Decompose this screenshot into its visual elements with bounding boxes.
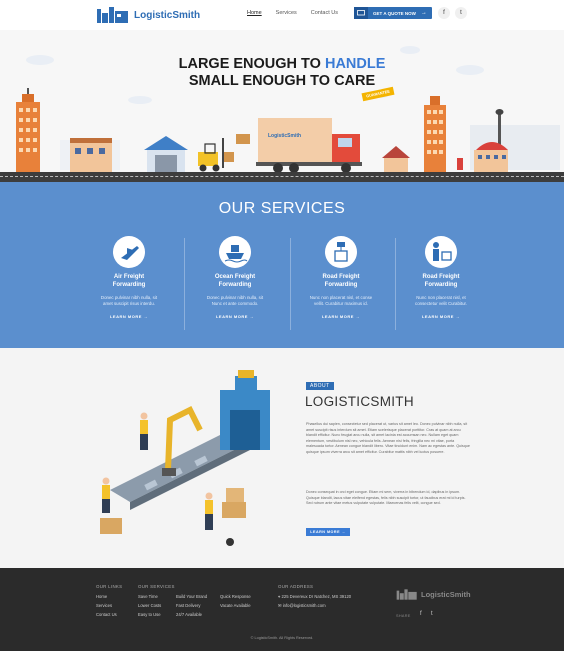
service-learn-more-link[interactable]: LEARN MORE → (289, 314, 393, 319)
footer-service-item[interactable]: Save Time (138, 594, 158, 599)
logo-mark-icon (97, 7, 128, 23)
about-section: ABOUT LOGISTICSMITH Phasellus dui sapien… (0, 348, 564, 568)
footer-service-item[interactable]: Easy to Use (138, 612, 161, 617)
services-title: OUR SERVICES (218, 200, 346, 217)
footer-address: ⌖ 225 Devereux Dr Natchez, MS 39120 (278, 594, 351, 599)
learn-more-label: LEARN MORE (321, 314, 354, 319)
get-quote-button[interactable]: GET A QUOTE NOW → (354, 7, 432, 19)
service-card-ocean: Ocean Freight Forwarding Donec pulvinar … (183, 230, 287, 319)
service-card-air: Air Freight Forwarding Donec pulvinar ni… (77, 230, 181, 319)
service-card-road: Road Freight Forwarding Nunc non placera… (289, 230, 393, 319)
footer-logo-mark-icon (396, 589, 417, 600)
about-paragraph-2: Donec consequat in orci eget congue. Eti… (306, 490, 466, 506)
service-title-line1: Road Freight (322, 274, 360, 280)
airplane-icon (113, 236, 145, 268)
footer-service-item[interactable]: 24/7 Available (176, 612, 202, 617)
twitter-icon[interactable]: t (431, 611, 433, 617)
service-learn-more-link[interactable]: LEARN MORE → (389, 314, 493, 319)
address-text: 225 Devereux Dr Natchez, MS 39120 (281, 594, 352, 599)
share-label: SHARE (396, 614, 411, 618)
footer-service-item[interactable]: Vacate Available (220, 603, 251, 608)
nav-links: Home Services Contact Us (247, 10, 338, 16)
quote-chat-icon (354, 7, 368, 19)
footer-logo[interactable]: LogisticSmith (396, 588, 471, 601)
facebook-icon[interactable]: f (438, 7, 450, 19)
footer-brand-name: LogisticSmith (421, 590, 471, 599)
service-learn-more-link[interactable]: LEARN MORE → (77, 314, 181, 319)
factory-conveyor-illustration (100, 370, 270, 546)
footer-links-heading: OUR LINKS (96, 584, 123, 589)
services-section: OUR SERVICES Air Freight Forwarding Done… (0, 182, 564, 348)
top-navbar: LogisticSmith Home Services Contact Us G… (0, 0, 564, 30)
about-button-label: LEARN MORE (310, 530, 341, 534)
footer-service-item[interactable]: Fast Delivery (176, 603, 200, 608)
truck-logo-text: LogisticSmith (268, 133, 302, 139)
footer-link-contact[interactable]: Contact Us (96, 612, 117, 617)
road-marking (0, 176, 564, 177)
about-learn-more-button[interactable]: LEARN MORE → (306, 528, 350, 536)
footer-link-services[interactable]: Services (96, 603, 112, 608)
about-title: LOGISTICSMITH (305, 394, 414, 409)
service-card-road-2: Road Freight Forwarding Nunc non placera… (389, 230, 493, 319)
worker-box-icon (425, 236, 457, 268)
footer-service-item[interactable]: Lower Costs (138, 603, 161, 608)
nav-contact-link[interactable]: Contact Us (311, 10, 338, 16)
nav-home-link[interactable]: Home (247, 10, 262, 16)
brand-logo[interactable]: LogisticSmith (96, 5, 200, 25)
service-title-line1: Road Freight (422, 274, 460, 280)
service-learn-more-link[interactable]: LEARN MORE → (183, 314, 287, 319)
brand-name: LogisticSmith (134, 9, 201, 21)
footer-link-home[interactable]: Home (96, 594, 107, 599)
footer: OUR LINKS Home Services Contact Us OUR S… (0, 568, 564, 651)
about-paragraph-1: Phasellus dui sapien, consectetur sed pl… (306, 422, 470, 454)
service-desc-line2: consectetur velit Curabitur. (415, 301, 467, 306)
about-tag: ABOUT (306, 382, 334, 390)
quote-button-label: GET A QUOTE NOW (373, 10, 416, 16)
footer-email[interactable]: ✉ info@logisticsmith.com (278, 603, 326, 608)
ship-icon (219, 236, 251, 268)
service-title-line2: Forwarding (112, 281, 146, 288)
email-text: info@logisticsmith.com (282, 603, 326, 608)
city-illustration (16, 88, 508, 173)
learn-more-label: LEARN MORE (421, 314, 454, 319)
twitter-icon[interactable]: t (455, 7, 467, 19)
service-desc-line2: Nunc et ante commodo. (211, 301, 259, 306)
nav-services-link[interactable]: Services (276, 10, 297, 16)
crane-box-icon (325, 236, 357, 268)
location-pin-icon: ⌖ (278, 594, 281, 599)
learn-more-label: LEARN MORE (109, 314, 142, 319)
footer-services-heading: OUR SERVICES (138, 584, 175, 589)
arrow-right-icon: → (420, 10, 427, 16)
road (0, 172, 564, 182)
service-desc-line2: vellit. Curabitur maximus id. (314, 301, 368, 306)
footer-service-item[interactable]: Build Your Brand (176, 594, 207, 599)
service-title-line1: Air Freight (113, 274, 145, 280)
service-title-line1: Ocean Freight (214, 274, 256, 280)
footer-address-heading: OUR ADDRESS (278, 584, 314, 589)
footer-service-item[interactable]: Quick Response (220, 594, 251, 599)
copyright: © LogisticSmith. All Rights Reserved. (250, 636, 314, 640)
learn-more-label: LEARN MORE (215, 314, 248, 319)
service-title-line2: Forwarding (218, 281, 252, 288)
service-desc-line2: amet suscipit risus interdu. (103, 301, 155, 306)
facebook-icon[interactable]: f (420, 611, 422, 617)
service-title-line2: Forwarding (324, 281, 358, 288)
hero-section: LARGE ENOUGH TO HANDLE SMALL ENOUGH TO C… (0, 30, 564, 182)
mail-icon: ✉ (278, 603, 282, 608)
service-title-line2: Forwarding (424, 281, 458, 288)
